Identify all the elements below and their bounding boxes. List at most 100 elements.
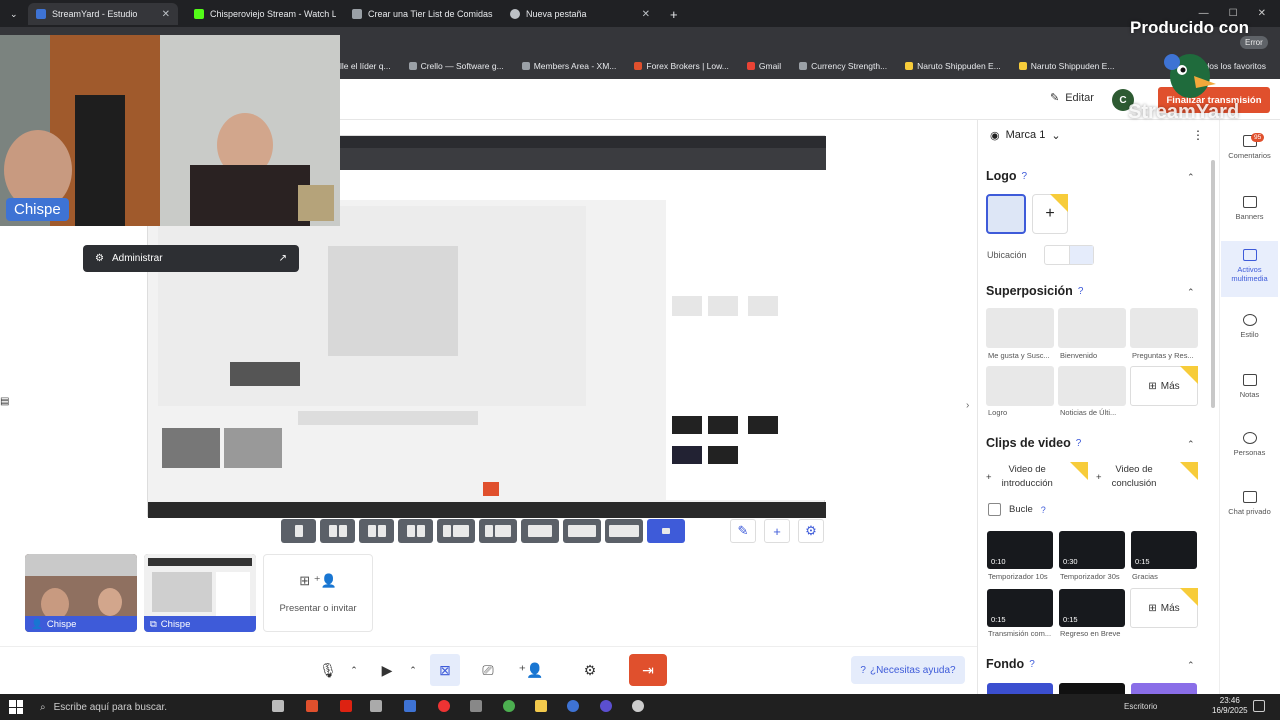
layout-cropped[interactable]: [320, 519, 355, 543]
clip-thumbnail[interactable]: 0:30: [1059, 531, 1125, 569]
participant-card[interactable]: 👤 Chispe: [25, 554, 137, 632]
chevron-up-icon[interactable]: ⌃: [1187, 287, 1195, 298]
nav-media-assets[interactable]: Activos multimedia: [1221, 241, 1278, 297]
bookmark[interactable]: Forex Brokers | Low...: [634, 61, 729, 71]
layout-cinema[interactable]: [563, 519, 601, 543]
chevron-up-icon[interactable]: ⌃: [1187, 439, 1195, 450]
background-thumbnail[interactable]: [1131, 683, 1197, 694]
logo-location-toggle[interactable]: [1044, 245, 1094, 265]
layout-spotlight[interactable]: [398, 519, 433, 543]
file-explorer-icon[interactable]: [535, 700, 547, 712]
tab-new[interactable]: Nueva pestaña ✕: [502, 3, 658, 25]
layout-news[interactable]: [437, 519, 475, 543]
background-thumbnail[interactable]: [1059, 683, 1125, 694]
present-button[interactable]: ⎚: [473, 654, 503, 686]
loop-checkbox[interactable]: Bucle ?: [988, 503, 1046, 516]
nav-banners[interactable]: Banners: [1221, 196, 1278, 221]
tab-search-icon[interactable]: ⌄: [2, 3, 24, 25]
opera-gx-icon[interactable]: [438, 700, 450, 712]
overlay-thumbnail[interactable]: [986, 308, 1054, 348]
edit-button[interactable]: ✎ Editar: [1050, 91, 1094, 105]
close-icon[interactable]: ✕: [162, 9, 170, 20]
bookmark[interactable]: Naruto Shippuden E...: [1018, 61, 1114, 71]
taskbar-search[interactable]: ⌕ Escribe aquí para buscar.: [32, 696, 257, 718]
checkbox-icon[interactable]: [988, 503, 1001, 516]
help-icon[interactable]: ?: [1076, 438, 1082, 449]
windows-start-icon[interactable]: [9, 700, 23, 714]
help-icon[interactable]: ?: [1078, 286, 1084, 297]
settings-icon[interactable]: ⚙: [798, 519, 824, 543]
admin-popup[interactable]: ⚙ Administrar ↗: [83, 245, 299, 272]
background-thumbnail[interactable]: [987, 683, 1053, 694]
location-right-icon[interactable]: [1069, 246, 1093, 264]
help-icon[interactable]: ?: [1041, 505, 1046, 515]
microphone-button[interactable]: 🎙: [313, 654, 343, 686]
invite-button[interactable]: ⁺👤: [516, 654, 546, 686]
collapse-panel-icon[interactable]: ›: [966, 400, 969, 411]
bookmark[interactable]: Members Area - XM...: [521, 61, 616, 71]
help-button[interactable]: ? ¿Necesitas ayuda?: [851, 656, 965, 684]
bookmark[interactable]: Currency Strength...: [799, 61, 887, 71]
nav-private-chat[interactable]: Chat privado: [1221, 491, 1278, 516]
opera-icon[interactable]: [340, 700, 352, 712]
logo-thumbnail[interactable]: [986, 194, 1026, 234]
layout-toggle-icon[interactable]: ▤: [0, 396, 14, 416]
stop-share-button[interactable]: ⊠: [430, 654, 460, 686]
settings-icon[interactable]: [632, 700, 644, 712]
participant-card[interactable]: ⧉ Chispe: [144, 554, 256, 632]
clip-thumbnail[interactable]: 0:15: [987, 589, 1053, 627]
bookmark[interactable]: lle el líder q...: [340, 61, 391, 71]
add-icon[interactable]: +: [764, 519, 790, 543]
invite-card[interactable]: ⊞ ⁺👤 Presentar o invitar: [263, 554, 373, 632]
overlay-thumbnail[interactable]: [1058, 366, 1126, 406]
new-tab-button[interactable]: +: [662, 3, 682, 25]
overlay-thumbnail[interactable]: [1058, 308, 1126, 348]
close-icon[interactable]: ✕: [642, 9, 650, 20]
clip-thumbnail[interactable]: 0:15: [1059, 589, 1125, 627]
mic-options-chevron-icon[interactable]: ⌃: [344, 654, 364, 686]
external-link-icon[interactable]: ↗: [279, 253, 287, 264]
pencil-icon[interactable]: ✎: [730, 519, 756, 543]
chrome-icon[interactable]: [503, 700, 515, 712]
nav-style[interactable]: Estilo: [1221, 314, 1278, 339]
help-icon[interactable]: ?: [1022, 171, 1028, 182]
tab-streamyard[interactable]: StreamYard - Estudio ✕: [28, 3, 178, 25]
taskbar-clock[interactable]: 23:46 16/9/2025: [1212, 696, 1248, 716]
clip-thumbnail[interactable]: 0:15: [1131, 531, 1197, 569]
notifications-icon[interactable]: [1253, 700, 1265, 712]
brand-selector[interactable]: ◉ Marca 1 ⌄: [990, 129, 1061, 142]
nav-comments[interactable]: Comentarios: [1221, 135, 1278, 160]
more-options-icon[interactable]: ⋮: [1192, 128, 1204, 142]
bookmark[interactable]: Naruto Shippuden E...: [905, 61, 1001, 71]
app-icon[interactable]: [306, 700, 318, 712]
desktop-label[interactable]: Escritorio: [1124, 702, 1157, 711]
tab-kick[interactable]: Chisperoviejo Stream - Watch L ✕: [186, 3, 336, 25]
app-icon[interactable]: [600, 700, 612, 712]
bookmark[interactable]: Gmail: [746, 61, 781, 71]
app-icon[interactable]: [567, 700, 579, 712]
tab-tierlist[interactable]: Crear una Tier List de Comidas ✕: [344, 3, 494, 25]
layout-group[interactable]: [359, 519, 394, 543]
settings-button[interactable]: ⚙: [575, 654, 605, 686]
close-window-icon[interactable]: ✕: [1258, 8, 1266, 19]
layout-solo[interactable]: [281, 519, 316, 543]
panel-scrollbar[interactable]: [1211, 160, 1215, 408]
layout-background[interactable]: [647, 519, 685, 543]
overlay-thumbnail[interactable]: [1130, 308, 1198, 348]
location-left-icon[interactable]: [1045, 246, 1070, 264]
leave-studio-button[interactable]: ⇥: [629, 654, 667, 686]
nav-notes[interactable]: Notas: [1221, 374, 1278, 399]
layout-full-screen[interactable]: [605, 519, 643, 543]
layout-pip[interactable]: [521, 519, 559, 543]
bookmark[interactable]: Crello — Software g...: [408, 61, 504, 71]
clip-thumbnail[interactable]: 0:10: [987, 531, 1053, 569]
chevron-up-icon[interactable]: ⌃: [1187, 660, 1195, 671]
app-icon[interactable]: [404, 700, 416, 712]
camera-button[interactable]: ▶: [372, 654, 402, 686]
overlay-thumbnail[interactable]: [986, 366, 1054, 406]
chevron-up-icon[interactable]: ⌃: [1187, 172, 1195, 183]
app-icon[interactable]: [470, 700, 482, 712]
task-view-icon[interactable]: [272, 700, 284, 712]
app-icon[interactable]: [370, 700, 382, 712]
layout-screen[interactable]: [479, 519, 517, 543]
